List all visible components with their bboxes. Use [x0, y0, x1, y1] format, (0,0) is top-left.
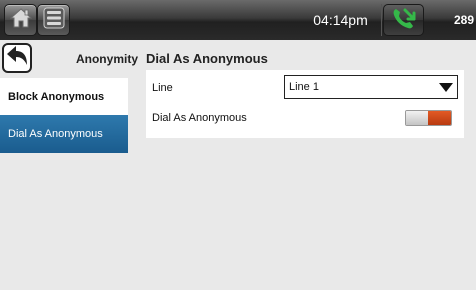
status-bar: 04:14pm 289 [0, 0, 476, 40]
home-icon [9, 7, 32, 33]
call-button[interactable] [383, 4, 424, 36]
back-button[interactable] [2, 43, 32, 73]
dial-anonymous-toggle[interactable] [405, 110, 452, 126]
menu-list-icon [43, 7, 65, 34]
sidebar-item-label: Block Anonymous [8, 91, 105, 103]
section-title: Anonymity [75, 52, 138, 66]
menu-button[interactable] [37, 4, 70, 36]
home-button[interactable] [4, 4, 37, 36]
sidebar-item-label: Dial As Anonymous [8, 128, 103, 140]
back-arrow-icon [5, 45, 29, 72]
sidebar-item-dial-as-anonymous[interactable]: Dial As Anonymous [0, 115, 128, 153]
line-label: Line [152, 82, 173, 94]
clock: 04:14pm [300, 4, 382, 36]
sidebar-item-block-anonymous[interactable]: Block Anonymous [0, 78, 128, 116]
toggle-on-segment [428, 111, 451, 125]
phone-call-icon [391, 6, 417, 35]
line-select[interactable]: Line 1 [284, 75, 458, 99]
sidebar: Anonymity Block Anonymous Dial As Anonym… [0, 40, 140, 290]
toggle-off-segment [406, 111, 429, 125]
line-select-value: Line 1 [289, 81, 319, 93]
chevron-down-icon [439, 83, 453, 92]
page-title: Dial As Anonymous [146, 51, 268, 66]
extension-number: 289 [453, 13, 474, 27]
settings-panel: Line Line 1 Dial As Anonymous [146, 70, 464, 138]
dial-anonymous-label: Dial As Anonymous [152, 112, 247, 124]
